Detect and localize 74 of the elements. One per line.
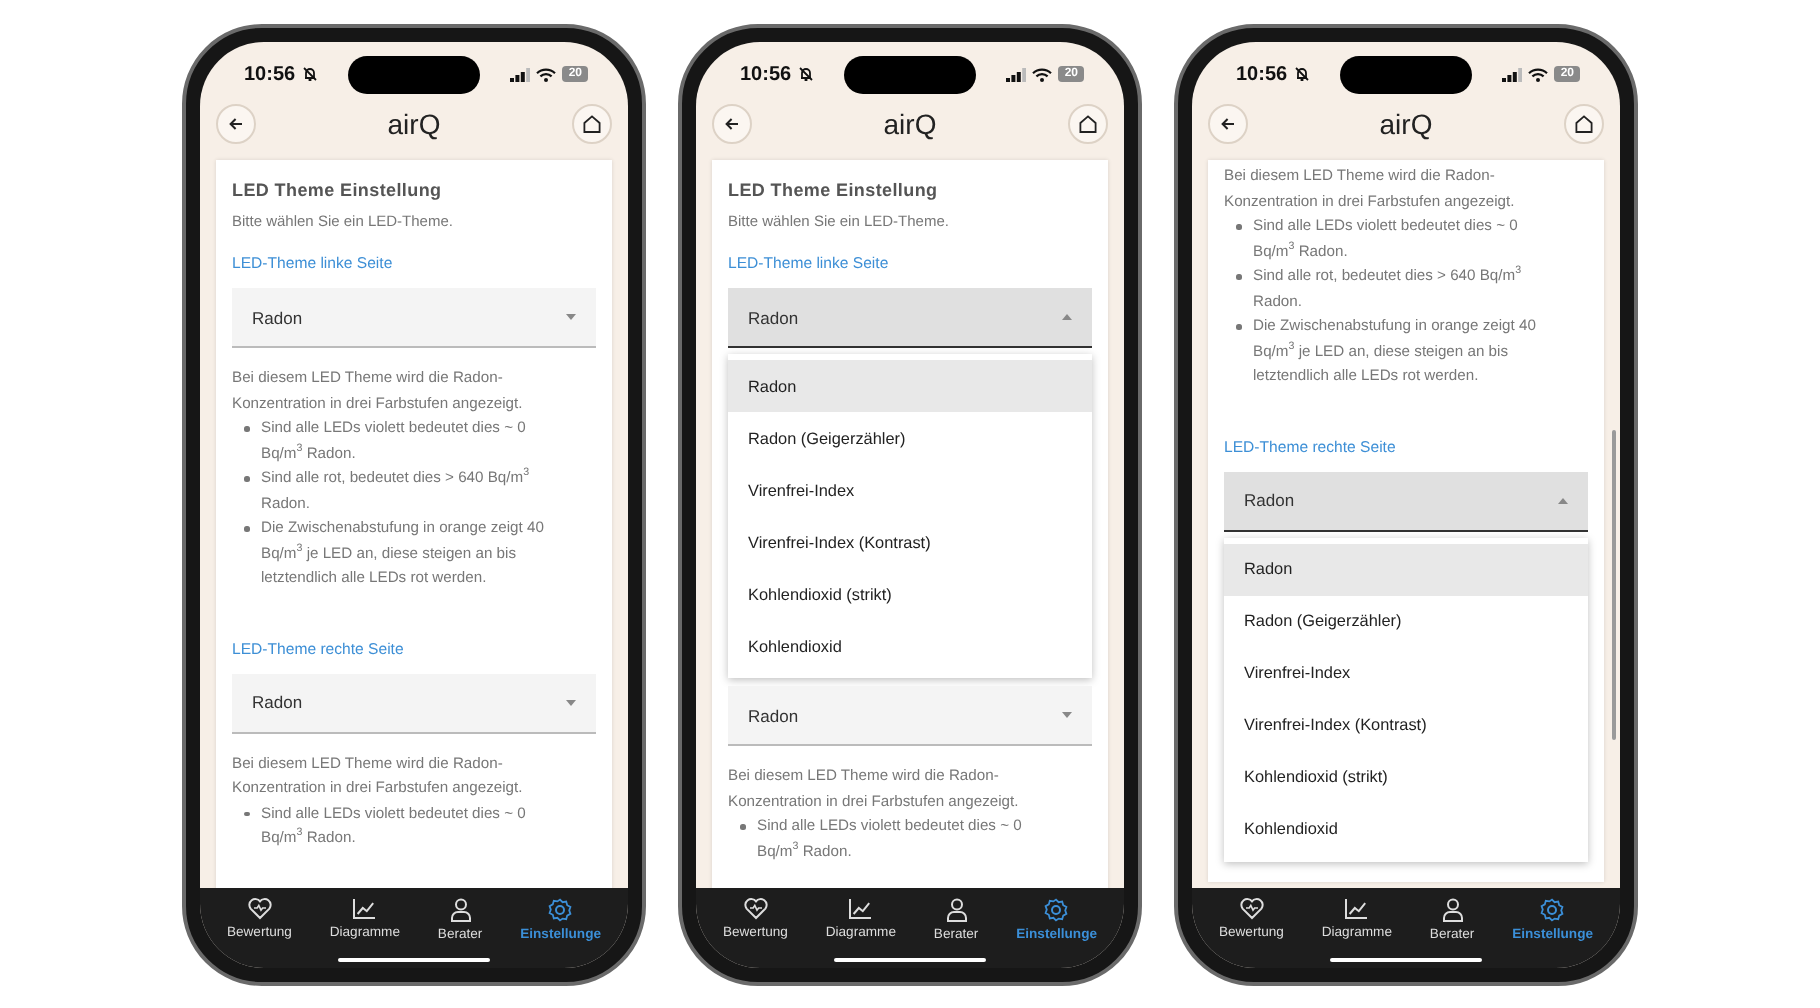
menu-option[interactable]: Virenfrei-Index (Kontrast) <box>1224 699 1588 751</box>
settings-icon <box>1044 898 1069 922</box>
back-button[interactable] <box>216 104 256 144</box>
theme-dropdown[interactable]: Radon <box>232 673 596 733</box>
menu-option[interactable]: Kohlendioxid (strikt) <box>1224 751 1588 803</box>
person-icon <box>449 898 472 922</box>
back-button[interactable] <box>1208 104 1248 144</box>
heart-pulse-icon <box>1239 898 1264 920</box>
status-time: 10:56 <box>1236 63 1288 85</box>
wifi-icon <box>1032 67 1053 81</box>
line-chart-icon <box>1344 898 1369 920</box>
caret-icon <box>566 314 576 320</box>
wifi-icon <box>1528 67 1549 81</box>
bullet-icon <box>740 824 745 829</box>
theme-dropdown[interactable]: Radon <box>728 686 1092 746</box>
back-arrow-icon <box>1220 116 1236 132</box>
caret-icon <box>1062 314 1072 320</box>
caret-icon <box>1062 712 1072 718</box>
bell-off-icon <box>301 66 318 82</box>
bullet-icon <box>244 476 249 481</box>
person-icon <box>945 898 968 922</box>
app-title: airQ <box>387 108 441 140</box>
section-heading: LED Theme Einstellung <box>728 180 940 200</box>
bullet-icon <box>1236 224 1241 229</box>
menu-option[interactable]: Radon <box>728 360 1092 412</box>
home-button[interactable] <box>1067 104 1108 144</box>
camera-notch <box>844 56 976 94</box>
home-icon <box>1077 114 1098 134</box>
status-time: 10:56 <box>244 63 296 85</box>
app-title: airQ <box>883 108 937 140</box>
menu-option[interactable]: Kohlendioxid <box>1224 803 1588 855</box>
bullet-icon <box>244 526 249 531</box>
signal-icon <box>510 67 531 81</box>
theme-dropdown[interactable]: Radon <box>232 288 596 348</box>
section-heading: LED Theme Einstellung <box>232 180 444 200</box>
bullet-icon <box>1236 324 1241 329</box>
menu-option[interactable]: Radon <box>1224 543 1588 595</box>
home-button[interactable] <box>571 104 612 144</box>
heart-pulse-icon <box>247 898 272 920</box>
home-icon <box>1573 114 1594 134</box>
back-button[interactable] <box>712 104 752 144</box>
home-icon <box>581 114 602 134</box>
person-icon <box>1441 898 1464 922</box>
signal-icon <box>1006 67 1027 81</box>
app-title: airQ <box>1379 108 1433 140</box>
menu-option[interactable]: Virenfrei-Index <box>1224 647 1588 699</box>
menu-option[interactable]: Virenfrei-Index (Kontrast) <box>728 516 1092 568</box>
caret-icon <box>566 699 576 705</box>
menu-option[interactable]: Virenfrei-Index <box>728 464 1092 516</box>
theme-dropdown[interactable]: Radon <box>1224 471 1588 531</box>
back-arrow-icon <box>228 116 244 132</box>
line-chart-icon <box>352 898 377 920</box>
back-arrow-icon <box>724 116 740 132</box>
bell-off-icon <box>797 66 814 82</box>
signal-icon <box>1502 67 1523 81</box>
settings-icon <box>1540 898 1565 922</box>
camera-notch <box>1340 56 1472 94</box>
wifi-icon <box>536 67 557 81</box>
theme-dropdown[interactable]: Radon <box>728 288 1092 348</box>
line-chart-icon <box>848 898 873 920</box>
bullet-icon <box>244 426 249 431</box>
bell-off-icon <box>1293 66 1310 82</box>
bullet-icon <box>244 811 249 816</box>
settings-icon <box>548 898 573 922</box>
menu-option[interactable]: Kohlendioxid <box>728 620 1092 672</box>
bullet-icon <box>1236 274 1241 279</box>
menu-option[interactable]: Kohlendioxid (strikt) <box>728 568 1092 620</box>
camera-notch <box>348 56 480 94</box>
menu-option[interactable]: Radon (Geigerzähler) <box>1224 595 1588 647</box>
heart-pulse-icon <box>743 898 768 920</box>
caret-icon <box>1558 497 1568 503</box>
menu-option[interactable]: Radon (Geigerzähler) <box>728 412 1092 464</box>
status-time: 10:56 <box>740 63 792 85</box>
home-button[interactable] <box>1563 104 1604 144</box>
